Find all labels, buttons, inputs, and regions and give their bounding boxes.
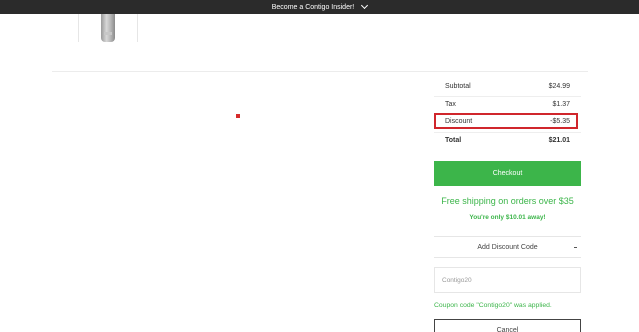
total-row: Total $21.01	[434, 132, 581, 148]
tax-row: Tax $1.37	[434, 96, 581, 112]
subtotal-label: Subtotal	[445, 82, 471, 90]
section-divider	[52, 71, 588, 72]
cancel-button[interactable]: Cancel	[434, 319, 581, 332]
bottle-logo	[104, 32, 112, 35]
collapse-icon[interactable]	[574, 247, 577, 248]
promo-text[interactable]: Become a Contigo Insider!	[272, 4, 355, 11]
coupon-applied-message: Coupon code "Contigo20" was applied.	[434, 302, 552, 309]
add-discount-code-toggle[interactable]: Add Discount Code	[434, 236, 581, 258]
subtotal-row: Subtotal $24.99	[434, 78, 581, 94]
total-value: $21.01	[548, 136, 570, 144]
bottle-image	[101, 14, 115, 42]
chevron-down-icon[interactable]	[361, 1, 369, 10]
red-marker	[236, 114, 240, 118]
discount-value: -$5.35	[550, 117, 570, 125]
shipping-remaining: You're only $10.01 away!	[469, 214, 546, 221]
subtotal-value: $24.99	[548, 82, 570, 90]
product-thumbnail	[78, 14, 138, 42]
tax-value: $1.37	[552, 100, 570, 108]
free-shipping-message: Free shipping on orders over $35	[441, 196, 574, 206]
discount-label: Discount	[445, 117, 473, 125]
tax-label: Tax	[445, 100, 456, 108]
promo-banner[interactable]: Become a Contigo Insider!	[0, 0, 639, 14]
discount-code-input[interactable]	[434, 267, 581, 293]
checkout-button[interactable]: Checkout	[434, 161, 581, 186]
discount-toggle-label: Add Discount Code	[477, 243, 538, 251]
total-label: Total	[445, 136, 462, 144]
discount-row: Discount -$5.35	[434, 113, 581, 129]
